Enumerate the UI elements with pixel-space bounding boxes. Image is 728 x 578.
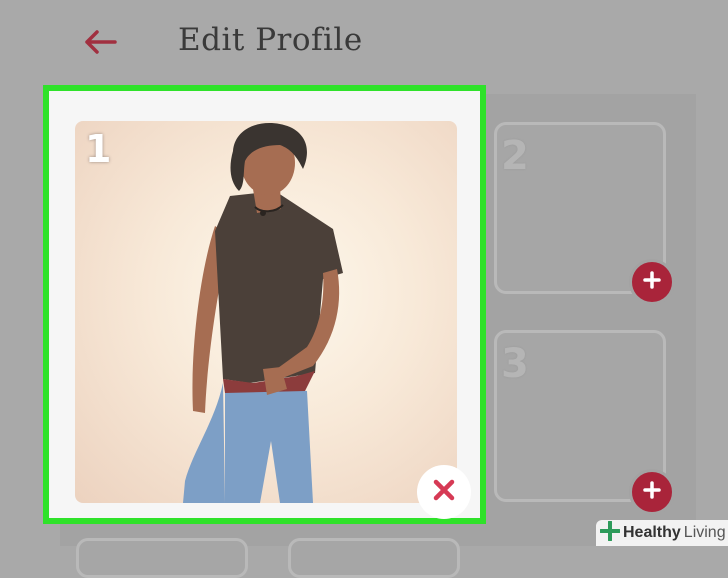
remove-photo-button[interactable]: [417, 465, 471, 519]
watermark-brand-light: Living: [683, 524, 726, 541]
plus-icon: [643, 271, 661, 293]
page-title: Edit Profile: [178, 22, 363, 58]
photo-slot-partial[interactable]: [288, 538, 460, 578]
arrow-left-icon: [83, 29, 117, 59]
person-illustration: [183, 122, 343, 503]
plus-icon: [643, 481, 661, 503]
watermark-brand-bold: Healthy: [623, 524, 681, 541]
add-photo-button-3[interactable]: [629, 469, 675, 515]
slot-number: 3: [501, 341, 529, 387]
app-header: Edit Profile: [0, 0, 728, 88]
plus-logo-icon: [599, 520, 621, 545]
profile-photo[interactable]: 1: [75, 121, 457, 503]
photo-slot-partial[interactable]: [76, 538, 248, 578]
back-button[interactable]: [80, 26, 120, 62]
slot-number: 1: [85, 127, 112, 171]
slot-number: 2: [501, 133, 529, 179]
photo-slot-1-selected[interactable]: 1: [43, 85, 486, 524]
add-photo-button-2[interactable]: [629, 259, 675, 305]
healthy-living-watermark: Healthy Living: [596, 520, 728, 546]
close-icon: [433, 479, 455, 505]
